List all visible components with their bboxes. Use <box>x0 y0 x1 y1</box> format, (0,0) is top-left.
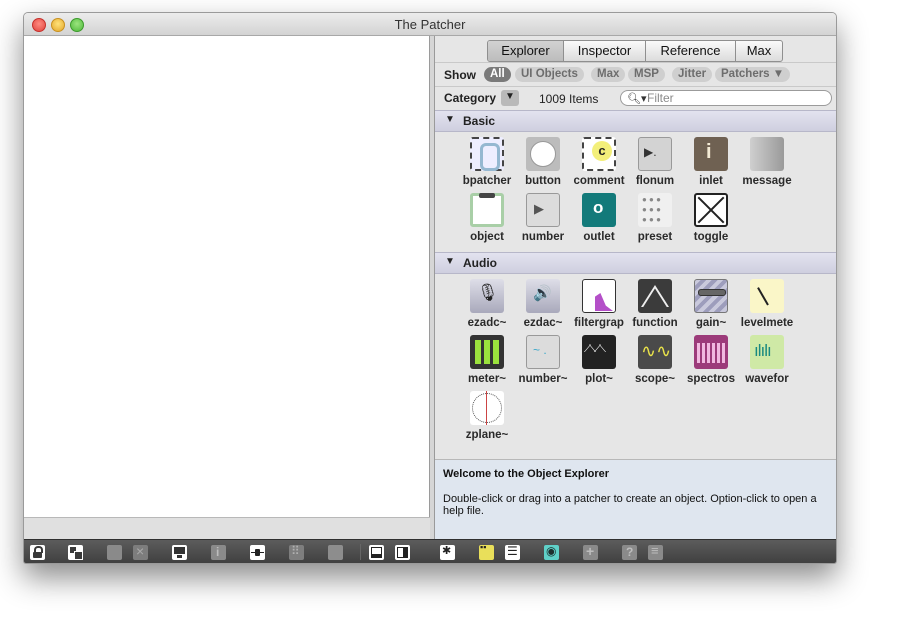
disclosure-triangle-icon[interactable]: ▼ <box>445 256 455 267</box>
filter-field[interactable]: 🔍︎▾ <box>620 90 832 106</box>
slider-icon[interactable] <box>250 545 265 560</box>
presentation-icon[interactable] <box>68 545 83 560</box>
section-audio-header[interactable]: ▼ Audio <box>435 252 836 274</box>
filtergraph-icon <box>582 279 616 313</box>
gain-icon <box>694 279 728 313</box>
tab-explorer[interactable]: Explorer <box>488 41 564 61</box>
object-waveform[interactable]: wavefor <box>738 335 796 389</box>
button-icon <box>526 137 560 171</box>
object-label: toggle <box>693 231 729 243</box>
filter-patchers[interactable]: Patchers ▼ <box>715 67 791 82</box>
toolbar-divider <box>360 544 361 560</box>
item-count: 1009 Items <box>539 92 599 106</box>
tab-max[interactable]: Max <box>736 41 782 61</box>
number-signal-icon <box>526 335 560 369</box>
filter-jitter[interactable]: Jitter <box>672 67 713 82</box>
outlet-icon <box>582 193 616 227</box>
section-title: Basic <box>463 114 496 128</box>
eye-icon[interactable] <box>544 544 559 560</box>
description-panel: Welcome to the Object Explorer Double-cl… <box>435 459 836 540</box>
function-icon <box>638 279 672 313</box>
filter-msp[interactable]: MSP <box>628 67 665 82</box>
show-filter-bar: Show All UI Objects Max MSP Jitter Patch… <box>435 62 836 86</box>
description-title: Welcome to the Object Explorer <box>443 468 610 480</box>
right-panel-icon[interactable] <box>395 545 410 560</box>
meter-icon <box>470 335 504 369</box>
object-label: zplane~ <box>465 429 509 441</box>
disclosure-triangle-icon[interactable]: ▼ <box>445 114 455 125</box>
category-bar: Category 1009 Items 🔍︎▾ <box>435 86 836 110</box>
section-title: Audio <box>463 256 497 270</box>
filter-all[interactable]: All <box>484 67 511 82</box>
toggle-icon <box>694 193 728 227</box>
zplane-icon <box>470 391 504 425</box>
preset-icon <box>638 193 672 227</box>
category-label: Category <box>444 91 497 105</box>
object-levelmeter[interactable]: levelmete <box>738 279 796 333</box>
spectroscope-icon <box>694 335 728 369</box>
filter-ui-objects[interactable]: UI Objects <box>515 67 584 82</box>
action-menu-icon[interactable] <box>440 544 455 560</box>
patcher-status-strip <box>24 517 431 540</box>
object-label: message <box>742 175 792 187</box>
levelmeter-icon <box>750 279 784 313</box>
monitor-icon[interactable] <box>172 545 187 560</box>
comment-icon <box>582 137 616 171</box>
grid-icon[interactable] <box>289 544 304 560</box>
object-message[interactable]: message <box>738 137 796 191</box>
category-dropdown[interactable] <box>501 90 519 106</box>
scope-icon <box>638 335 672 369</box>
sidebar-tabs: Explorer Inspector Reference Max <box>487 40 783 62</box>
filter-input[interactable] <box>647 91 827 105</box>
lock-icon[interactable] <box>30 545 45 560</box>
list-view-icon[interactable] <box>505 544 520 560</box>
grid-view-icon[interactable] <box>479 543 494 560</box>
help-icon[interactable] <box>622 545 637 560</box>
speaker-icon <box>526 279 560 313</box>
bpatcher-icon <box>470 137 504 171</box>
search-icon[interactable]: 🔍︎▾ <box>627 92 647 105</box>
object-toggle[interactable]: toggle <box>682 193 740 247</box>
info-icon[interactable] <box>211 545 226 560</box>
patcher-window: The Patcher Explorer Inspector Reference… <box>23 12 837 564</box>
sidebar: Explorer Inspector Reference Max Show Al… <box>435 36 836 540</box>
number-icon <box>526 193 560 227</box>
flonum-icon <box>638 137 672 171</box>
message-icon <box>750 137 784 171</box>
object-label: wavefor <box>745 373 789 385</box>
add-icon[interactable] <box>583 543 598 560</box>
bottom-toolbar <box>24 539 836 563</box>
object-zplane[interactable]: zplane~ <box>458 391 516 445</box>
paste-icon[interactable] <box>107 545 122 560</box>
waveform-icon <box>750 335 784 369</box>
patcher-canvas[interactable] <box>24 36 430 517</box>
tab-inspector[interactable]: Inspector <box>564 41 646 61</box>
filter-max[interactable]: Max <box>591 67 626 82</box>
object-label: levelmete <box>740 317 794 329</box>
show-label: Show <box>444 68 476 82</box>
delete-icon[interactable] <box>133 543 148 560</box>
section-basic-header[interactable]: ▼ Basic <box>435 110 836 132</box>
tab-reference[interactable]: Reference <box>646 41 736 61</box>
gear-icon[interactable] <box>328 545 343 560</box>
plot-icon <box>582 335 616 369</box>
microphone-icon <box>470 279 504 313</box>
inlet-icon <box>694 137 728 171</box>
object-box-icon <box>470 193 504 227</box>
title-bar[interactable]: The Patcher <box>24 13 836 36</box>
menu-icon[interactable] <box>648 543 663 560</box>
window-title: The Patcher <box>394 17 466 32</box>
bottom-panel-icon[interactable] <box>369 545 384 560</box>
description-body: Double-click or drag into a patcher to c… <box>443 493 817 517</box>
